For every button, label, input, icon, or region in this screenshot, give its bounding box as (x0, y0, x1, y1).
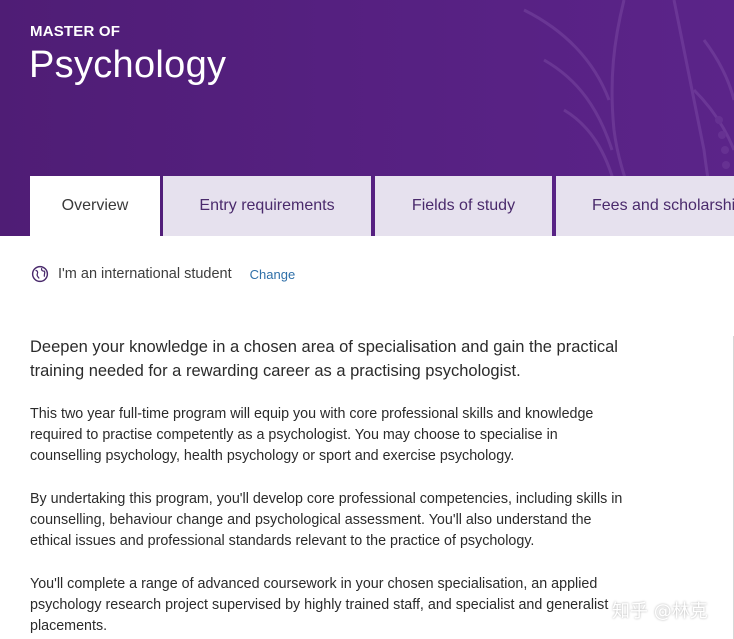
tab-entry-requirements[interactable]: Entry requirements (163, 176, 371, 236)
body-paragraph: You'll complete a range of advanced cour… (30, 576, 609, 634)
tab-fields-of-study[interactable]: Fields of study (375, 176, 552, 236)
degree-eyebrow: MASTER OF (30, 23, 121, 40)
page-title: Psychology (29, 44, 227, 86)
body-paragraph: By undertaking this program, you'll deve… (30, 491, 623, 549)
intro-lead-text: Deepen your knowledge in a chosen area o… (30, 338, 618, 380)
student-type-row: I'm an international student Change (31, 264, 295, 284)
hero-banner: MASTER OF Psychology Overview Entry requ… (0, 0, 734, 236)
student-type-label: I'm an international student (58, 266, 232, 282)
tab-overview[interactable]: Overview (30, 176, 160, 236)
watermark: 知乎 @林克 (612, 601, 708, 622)
body-paragraph: This two year full-time program will equ… (30, 406, 594, 464)
change-student-type-link[interactable]: Change (250, 267, 296, 282)
tab-bar: Overview Entry requirements Fields of st… (30, 176, 734, 236)
globe-icon (31, 265, 49, 283)
tab-fees-and-scholarships[interactable]: Fees and scholarshi (556, 176, 734, 236)
